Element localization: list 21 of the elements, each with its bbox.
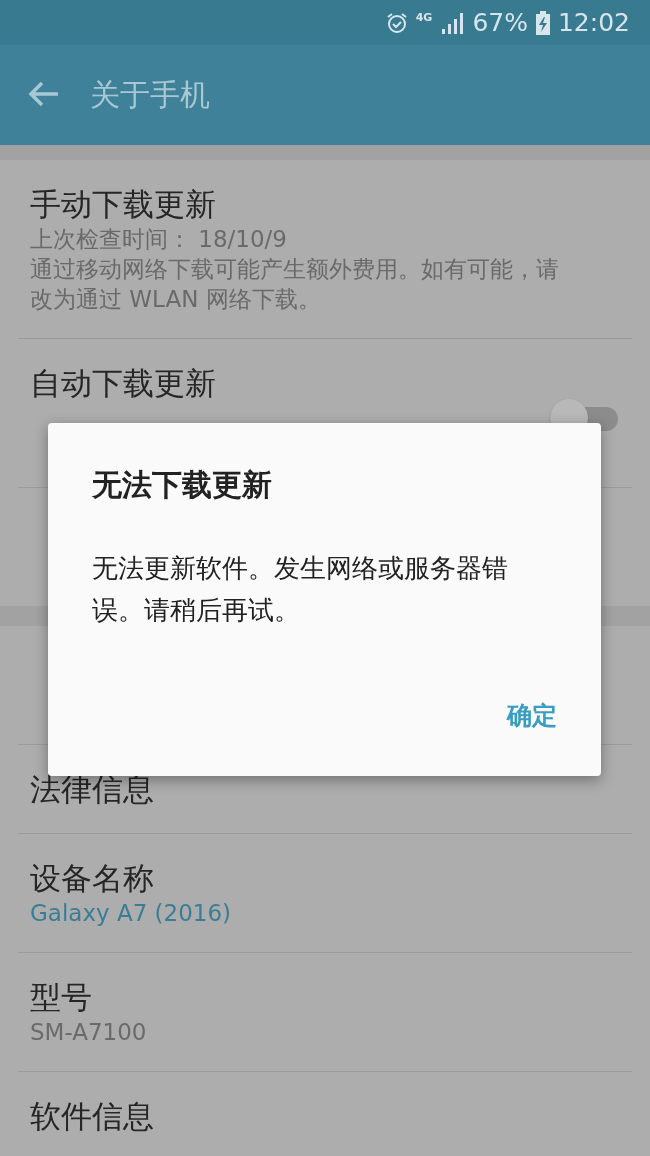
dialog-title: 无法下载更新 [92,466,273,504]
setting-title: 设备名称 [30,859,154,898]
signal-icon [440,11,465,34]
battery-percent: 67% [472,8,528,37]
setting-summary: 上次检查时间： 18/10/9 [30,225,287,254]
setting-title: 自动下载更新 [30,364,216,403]
setting-value: Galaxy A7 (2016) [30,899,232,928]
setting-summary: SM-A7100 [30,1018,147,1047]
setting-title: 手动下载更新 [30,185,216,224]
confirm-button[interactable]: 确定 [507,695,557,736]
screen-title: 关于手机 [90,75,210,114]
setting-summary: 改为通过 WLAN 网络下载。 [30,285,321,314]
setting-title: 法律信息 [30,770,154,809]
setting-title: 软件信息 [30,1097,154,1136]
network-type: 4G [415,12,433,23]
clock: 12:02 [557,8,630,37]
battery-charging-icon [535,10,550,35]
alarm-icon [385,11,408,34]
setting-summary: 通过移动网络下载可能产生额外费用。如有可能，请 [30,255,559,284]
setting-title: 型号 [30,978,92,1017]
dialog-message: 无法更新软件。发生网络或服务器错误。请稍后再试。 [92,552,509,627]
